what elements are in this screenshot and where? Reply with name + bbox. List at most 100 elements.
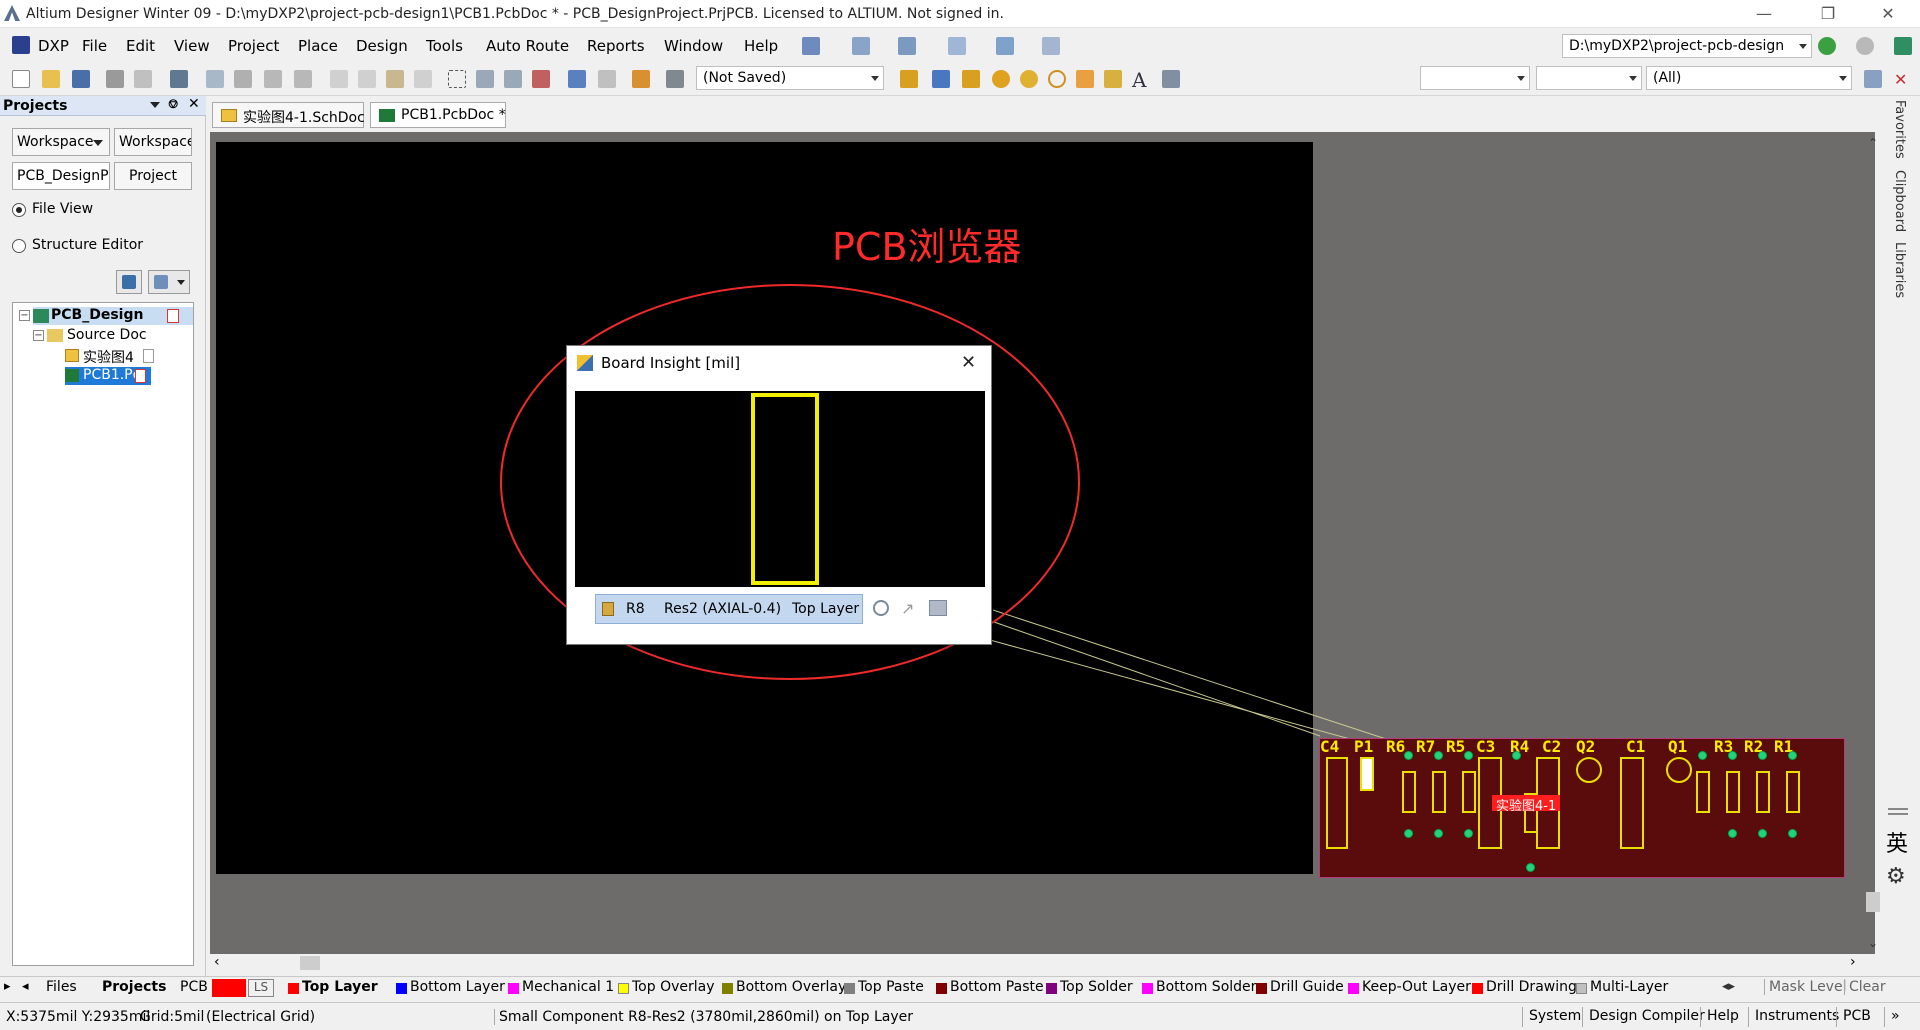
route-icon[interactable] [900,70,918,88]
arc-icon[interactable] [1048,70,1066,88]
scroll-down-icon[interactable]: ⌄ [1868,936,1878,950]
tab-favorites[interactable]: Favorites [1892,100,1907,159]
layer-tab-drill-drawing[interactable]: Drill Drawing [1470,979,1577,997]
menu-place[interactable]: Place [298,37,338,55]
via-icon[interactable] [1020,70,1038,88]
component-r2[interactable] [1756,771,1770,813]
zoom-area-icon[interactable] [234,70,252,88]
cut-icon[interactable] [330,70,348,88]
clear-icon[interactable] [532,70,550,88]
filter-member-combo[interactable] [1536,66,1642,90]
mask-level-button[interactable]: Mask Level [1764,979,1846,995]
route-diff-pair-icon[interactable] [932,70,950,88]
pad[interactable] [1464,751,1473,760]
project-options-icon[interactable] [148,270,190,294]
layer-tab-top-layer[interactable]: Top Layer [286,979,378,997]
print-icon[interactable] [106,70,124,88]
align-icon[interactable] [852,37,870,55]
room-icon[interactable] [996,37,1014,55]
menu-edit[interactable]: Edit [126,37,155,55]
saved-state-combo[interactable]: (Not Saved) [696,66,884,90]
pad[interactable] [1404,751,1413,760]
project-path-combo[interactable]: D:\myDXP2\project-pcb-design [1562,34,1812,58]
component-q1[interactable] [1666,757,1692,783]
tab-pcb-panel[interactable]: PCB [180,979,208,995]
deselect-icon[interactable] [504,70,522,88]
insight-info-row[interactable]: R8 Res2 (AXIAL-0.4) Top Layer [595,594,863,624]
pad[interactable] [1758,751,1767,760]
open-icon[interactable] [42,70,60,88]
status-system-button[interactable]: System [1522,1007,1587,1027]
tree-item-project[interactable]: PCB_Design [33,307,193,325]
tree-item-source-docs[interactable]: Source Doc [47,327,167,345]
scroll-up-icon[interactable]: ⌃ [1868,136,1878,150]
layer-tab-bottom-overlay[interactable]: Bottom Overlay [720,979,846,997]
move-icon[interactable] [476,70,494,88]
list-icon[interactable] [948,37,966,55]
redo-icon[interactable] [598,70,616,88]
apply-filter-icon[interactable] [1864,70,1882,88]
pcb-components-region[interactable]: C4 P1 R6 R7 R5 C3 R4 C2 Q2 C1 Q1 R3 R2 R… [1319,737,1845,878]
status-design-compiler-button[interactable]: Design Compiler [1582,1007,1711,1027]
layer-scroll-icon[interactable]: ◂▸ [1722,979,1735,994]
layer-tab-bottom-paste[interactable]: Bottom Paste [934,979,1044,997]
pad[interactable] [1434,751,1443,760]
tab-pcbdoc[interactable]: PCB1.PcbDoc * [370,102,506,128]
scroll-thumb[interactable] [300,956,320,970]
menu-window[interactable]: Window [664,37,723,55]
project-button[interactable]: Project [114,162,192,190]
tab-clipboard[interactable]: Clipboard [1892,170,1907,232]
menu-tools[interactable]: Tools [426,37,463,55]
filter-all-combo[interactable]: (All) [1646,66,1852,90]
back-icon[interactable] [1818,37,1836,55]
layer-tab-multi-layer[interactable]: Multi-Layer [1574,979,1668,997]
current-layer-swatch[interactable] [212,979,246,997]
tree-item-schdoc[interactable]: 实验图4 [65,347,175,366]
status-pcb-button[interactable]: PCB [1836,1007,1877,1027]
workspace-combo[interactable]: Workspace [12,128,110,156]
project-field[interactable]: PCB_DesignPro [12,162,110,190]
minimize-button[interactable]: — [1744,3,1784,25]
panel-close-icon[interactable]: ✕ [188,96,200,112]
component-r6[interactable] [1402,771,1416,813]
grid-icon[interactable] [1042,37,1060,55]
pcb-canvas[interactable]: PCB浏览器 Board Insight [mil] ✕ R8 Res2 (AX… [210,132,1875,954]
file-view-radio[interactable] [12,203,26,217]
cross-probe-icon[interactable] [632,70,650,88]
scroll-right-icon[interactable]: › [1850,954,1856,970]
status-more-icon[interactable]: » [1884,1007,1906,1027]
component-icon[interactable] [1162,70,1180,88]
pad[interactable] [1788,751,1797,760]
menu-file[interactable]: File [82,37,107,55]
text-icon[interactable]: A [1132,68,1150,92]
zoom-selected-icon[interactable] [264,70,282,88]
horizontal-scrollbar[interactable]: ‹ › [210,954,1875,972]
polygon-icon[interactable] [1104,70,1122,88]
pad[interactable] [1728,751,1737,760]
compile-icon[interactable] [116,270,142,294]
copy-icon[interactable] [358,70,376,88]
layer-tab-top-solder[interactable]: Top Solder [1044,979,1133,997]
layer-tab-drill-guide[interactable]: Drill Guide [1254,979,1344,997]
layer-tab-bottom-layer[interactable]: Bottom Layer [394,979,505,997]
paste-icon[interactable] [386,70,404,88]
zoom-filter-icon[interactable] [294,70,312,88]
settings-gear-icon[interactable]: ⚙ [1886,864,1906,889]
collapse-icon[interactable]: − [33,330,44,341]
menu-project[interactable]: Project [228,37,279,55]
clear-filter-icon[interactable]: ✕ [1894,70,1912,89]
panel-menu-icon[interactable] [150,102,160,108]
component-q2[interactable] [1576,757,1602,783]
scroll-left-icon[interactable]: ‹ [214,954,220,970]
component-r7[interactable] [1432,771,1446,813]
tab-libraries[interactable]: Libraries [1892,242,1907,298]
home-icon[interactable] [1894,37,1912,55]
menu-auto-route[interactable]: Auto Route [486,37,569,55]
component-r3-ext[interactable] [1696,771,1710,813]
menu-design[interactable]: Design [356,37,408,55]
select-area-icon[interactable] [448,70,466,88]
zoom-fit-icon[interactable] [206,70,224,88]
pad[interactable] [1758,829,1767,838]
layer-tab-mechanical-1[interactable]: Mechanical 1 [506,979,614,997]
panel-nav-left-icon[interactable]: ▸ [4,979,11,994]
